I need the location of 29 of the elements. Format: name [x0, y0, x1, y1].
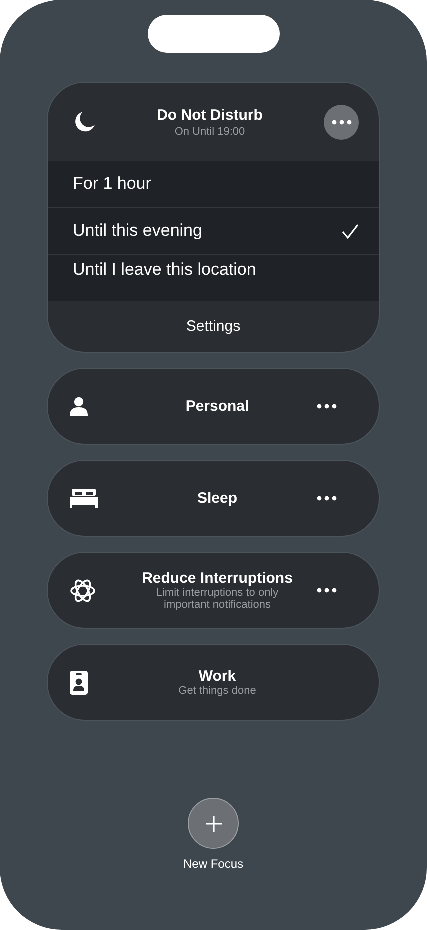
settings-link[interactable]: Settings	[182, 316, 245, 337]
more-icon	[317, 496, 337, 501]
moon-icon	[74, 111, 96, 133]
badge-icon	[70, 670, 88, 694]
focus-subtitle: Get things done	[178, 685, 256, 697]
duration-option[interactable]: For 1 hour	[48, 161, 379, 208]
focus-title: Reduce Interruptions	[142, 570, 293, 587]
more-icon	[317, 404, 337, 409]
focus-title: Do Not Disturb	[157, 106, 263, 124]
atom-icon	[70, 578, 96, 604]
focus-mode-card[interactable]: Sleep	[47, 460, 380, 537]
more-icon	[317, 588, 337, 593]
focus-subtitle: On Until 19:00	[174, 126, 246, 138]
new-focus-label: New Focus	[183, 857, 244, 871]
bed-icon	[70, 489, 98, 508]
focus-title: Personal	[186, 398, 250, 415]
more-icon	[332, 120, 352, 124]
focus-title: Work	[198, 668, 236, 685]
focus-mode-card[interactable]: Work Get things done	[47, 644, 380, 721]
focus-title: Sleep	[197, 490, 238, 507]
focus-subtitle: Limit interruptions to only important notifications	[155, 587, 280, 611]
focus-mode-card[interactable]: Personal	[47, 368, 380, 445]
add-button[interactable]	[188, 798, 239, 849]
duration-option[interactable]: Until this evening	[48, 208, 379, 255]
duration-option[interactable]: Until I leave this location	[48, 255, 379, 285]
person-icon	[70, 397, 88, 416]
more-button[interactable]	[324, 104, 359, 140]
plus-icon	[206, 816, 222, 832]
focus-mode-card[interactable]: Reduce Interruptions Limit interruptions to only important notifications	[47, 552, 380, 629]
